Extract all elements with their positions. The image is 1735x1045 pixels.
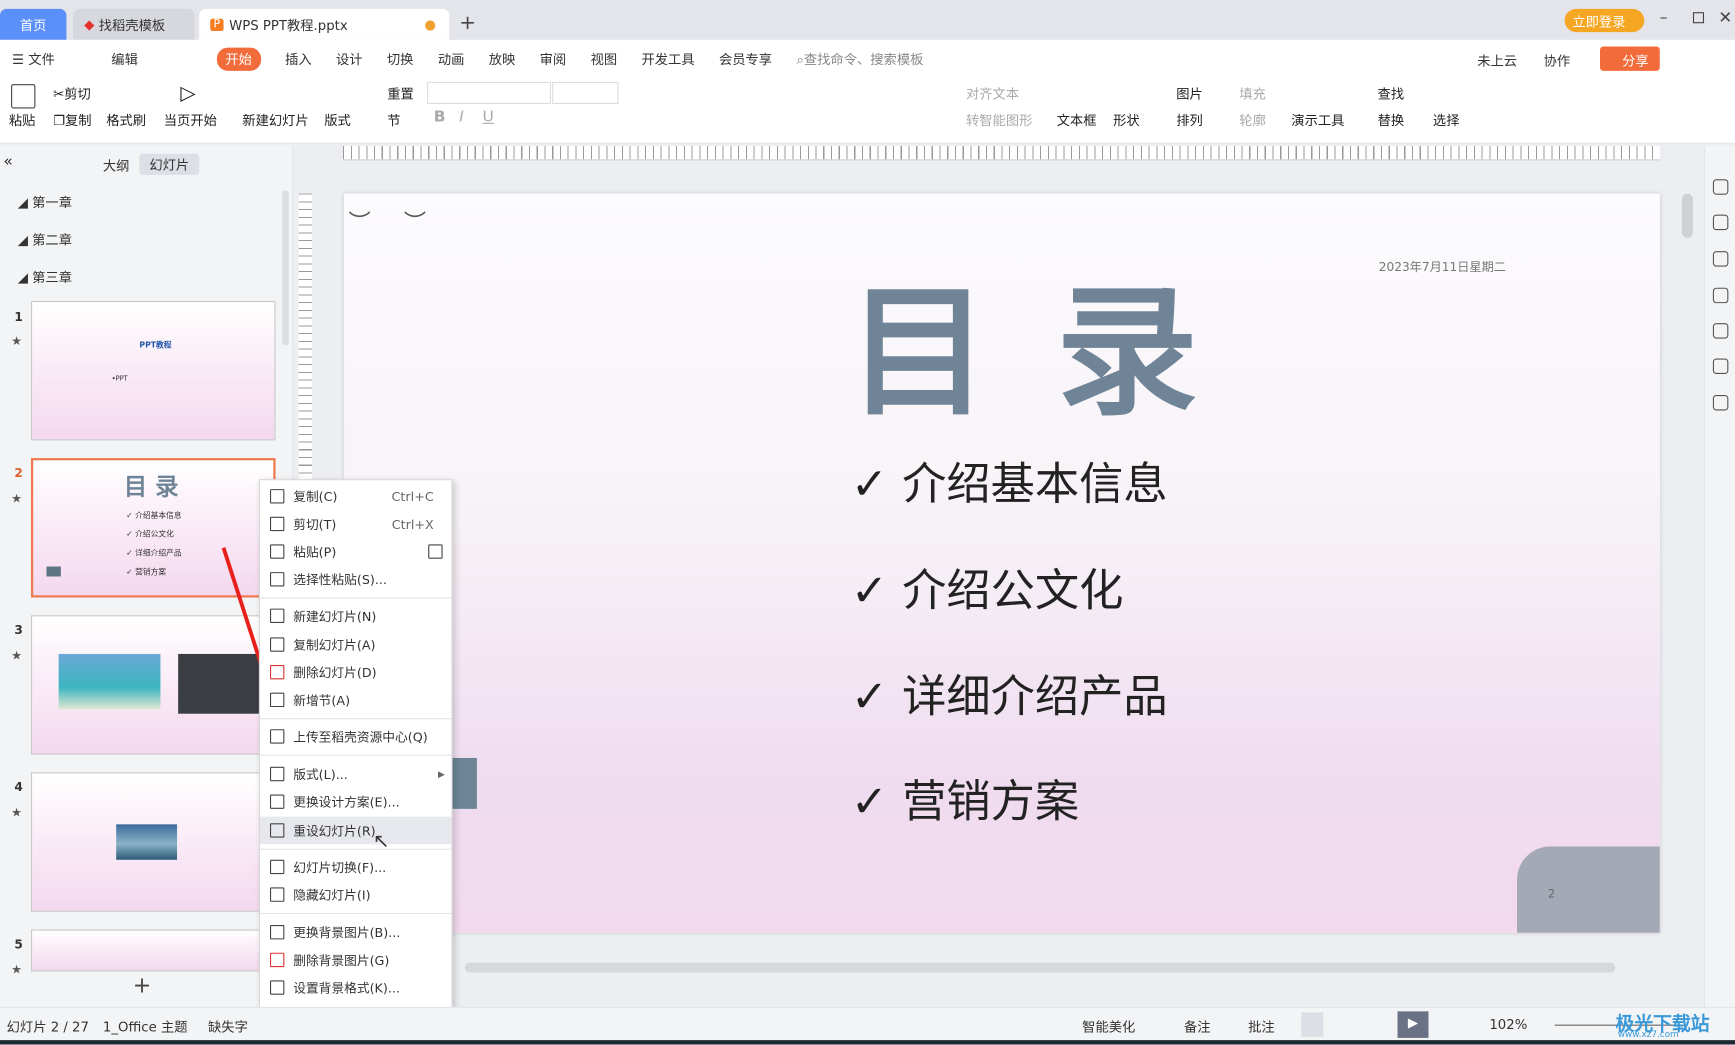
menu-item-delete-slide[interactable]: 删除幻灯片(D) [260, 658, 451, 686]
submenu-arrow-icon: ▶ [438, 769, 445, 779]
menu-item-cut[interactable]: 剪切(T) Ctrl+X [260, 510, 451, 538]
transition-icon [269, 859, 285, 875]
smart-beautify-button[interactable]: 智能美化 [1082, 1017, 1135, 1036]
menu-item-new-slide[interactable]: 新建幻灯片(N) [260, 602, 451, 630]
menu-item-hide-slide[interactable]: 隐藏幻灯片(I) [260, 881, 451, 909]
theme-name[interactable]: 1_Office 主题 [103, 1017, 188, 1036]
divider [260, 912, 452, 914]
paste-icon [269, 544, 285, 559]
menu-item-change-background[interactable]: 更换背景图片(B)... [260, 918, 451, 946]
menu-item-duplicate-slide[interactable]: 复制幻灯片(A) [260, 631, 451, 659]
menu-item-layout[interactable]: 版式(L)... ▶ [260, 760, 451, 788]
section-icon [269, 692, 285, 708]
paste-options-icon[interactable] [428, 544, 443, 559]
copy-icon [269, 489, 285, 504]
background-image-icon [269, 925, 285, 940]
delete-background-icon [269, 952, 285, 968]
mouse-cursor-icon: ↖ [372, 829, 390, 854]
status-bar: 幻灯片 2 / 27 1_Office 主题 缺失字 智能美化 备注 批注 ▶ … [0, 1006, 1735, 1041]
menu-item-background-format[interactable]: 设置背景格式(K)... [260, 974, 451, 1002]
slideshow-play-button[interactable]: ▶ [1397, 1011, 1429, 1038]
slide-counter: 幻灯片 2 / 27 [6, 1019, 89, 1035]
notes-button[interactable]: 备注 [1184, 1017, 1211, 1036]
paste-special-icon [269, 572, 285, 587]
zoom-level[interactable]: 102% [1489, 1017, 1527, 1032]
menu-item-paste[interactable]: 粘贴(P) [260, 538, 451, 566]
divider [260, 718, 452, 720]
context-menu: 复制(C) Ctrl+C 剪切(T) Ctrl+X 粘贴(P) 选择性粘贴(S)..… [258, 479, 453, 1034]
layout-icon [269, 766, 285, 782]
divider [260, 754, 452, 756]
normal-view-button[interactable] [1301, 1012, 1324, 1037]
duplicate-slide-icon [269, 637, 285, 652]
menu-item-upload[interactable]: 上传至稻壳资源中心(Q) [260, 723, 451, 751]
divider [260, 597, 452, 599]
new-slide-icon [269, 608, 285, 623]
menu-item-delete-background[interactable]: 删除背景图片(G) [260, 946, 451, 974]
menu-item-copy[interactable]: 复制(C) Ctrl+C [260, 482, 451, 510]
hide-slide-icon [269, 887, 285, 902]
reset-slide-icon [269, 823, 285, 838]
menu-item-reset-slide[interactable]: 重设幻灯片(R) [260, 816, 452, 845]
scissors-icon [269, 516, 285, 532]
design-icon [269, 794, 285, 809]
comments-button[interactable]: 批注 [1248, 1017, 1275, 1036]
divider [260, 848, 452, 850]
menu-item-change-design[interactable]: 更换设计方案(E)... [260, 788, 451, 816]
upload-icon [269, 729, 285, 744]
menu-item-add-section[interactable]: 新增节(A) [260, 686, 451, 714]
delete-slide-icon [269, 665, 285, 680]
background-format-icon [269, 980, 285, 995]
missing-font-button[interactable]: 缺失字 [208, 1017, 248, 1036]
menu-item-transition[interactable]: 幻灯片切换(F)... [260, 853, 451, 881]
menu-item-paste-special[interactable]: 选择性粘贴(S)... [260, 565, 451, 593]
